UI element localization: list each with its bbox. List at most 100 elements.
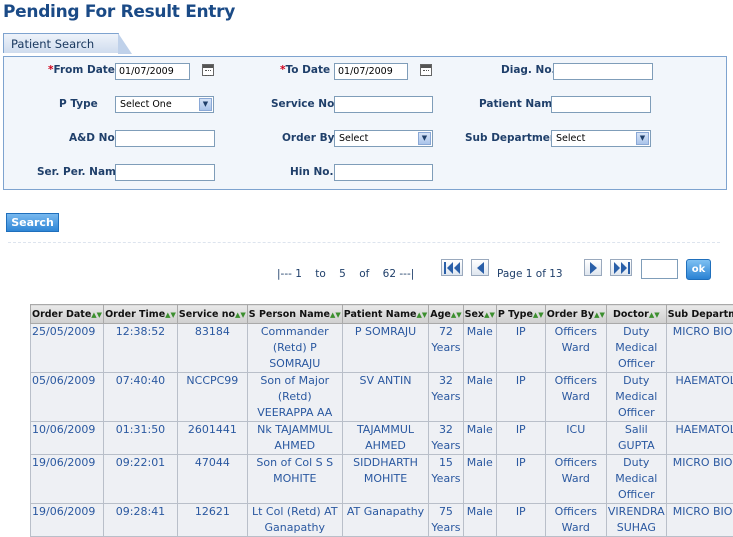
sort-icon[interactable]: ▲▼	[594, 311, 605, 319]
table-cell: Son of Col S S MOHITE	[247, 455, 342, 504]
diag-no-label: Diag. No.	[501, 64, 556, 76]
table-cell: 47044	[177, 455, 247, 504]
table-row[interactable]: 25/05/200912:38:5283184Commander (Retd) …	[31, 324, 733, 373]
table-cell: 83184	[177, 324, 247, 373]
sub-department-select[interactable]: Select ▼	[551, 130, 651, 147]
sort-icon[interactable]: ▲▼	[533, 311, 544, 319]
sort-icon[interactable]: ▲▼	[649, 311, 660, 319]
chevron-down-icon[interactable]: ▼	[418, 132, 431, 145]
table-cell: P SOMRAJU	[342, 324, 428, 373]
table-cell: Male	[463, 324, 496, 373]
diag-no-input[interactable]	[553, 63, 653, 80]
table-cell: AT Ganapathy	[342, 504, 428, 537]
table-cell: HAEMATOLOGY	[666, 373, 733, 422]
table-cell: 09:28:41	[104, 504, 178, 537]
from-date-label: *From Date	[48, 64, 115, 76]
page-number-input[interactable]	[641, 259, 678, 279]
column-header[interactable]: P Type▲▼	[496, 305, 545, 324]
hin-no-input[interactable]	[334, 164, 433, 181]
table-row[interactable]: 10/06/200901:31:502601441Nk TAJAMMUL AHM…	[31, 422, 733, 455]
column-header[interactable]: S Person Name▲▼	[247, 305, 342, 324]
table-cell: IP	[496, 324, 545, 373]
sort-icon[interactable]: ▲▼	[416, 311, 427, 319]
column-header-label: Doctor	[613, 309, 649, 320]
table-row[interactable]: 05/06/200907:40:40NCCPC99Son of Major (R…	[31, 373, 733, 422]
table-cell: IP	[496, 373, 545, 422]
column-header[interactable]: Patient Name▲▼	[342, 305, 428, 324]
chevron-down-icon[interactable]: ▼	[636, 132, 649, 145]
sort-icon[interactable]: ▲▼	[91, 311, 102, 319]
table-cell: Officers Ward	[545, 373, 606, 422]
table-row[interactable]: 19/06/200909:22:0147044Son of Col S S MO…	[31, 455, 733, 504]
p-type-select[interactable]: Select One ▼	[115, 96, 214, 113]
first-page-icon	[444, 262, 462, 274]
pager-range: |--- 1 to 5 of 62 ---|	[277, 268, 414, 280]
sort-icon[interactable]: ▲▼	[165, 311, 176, 319]
table-cell: SV ANTIN	[342, 373, 428, 422]
table-cell: Male	[463, 373, 496, 422]
and-no-label: A&D No	[69, 132, 115, 144]
sort-icon[interactable]: ▲▼	[451, 311, 462, 319]
first-page-button[interactable]	[441, 259, 463, 276]
table-cell: Son of Major (Retd) VEERAPPA AA	[247, 373, 342, 422]
table-cell: Salil GUPTA	[606, 422, 666, 455]
calendar-icon[interactable]	[420, 64, 432, 76]
chevron-down-icon[interactable]: ▼	[199, 98, 212, 111]
column-header[interactable]: Sub Department▲▼	[666, 305, 733, 324]
hin-no-label: Hin No.	[290, 166, 334, 178]
sort-icon[interactable]: ▲▼	[235, 311, 246, 319]
ser-per-name-label: Ser. Per. Name	[37, 166, 123, 178]
prev-page-button[interactable]	[471, 259, 489, 276]
table-cell: 10/06/2009	[31, 422, 104, 455]
page-title: Pending For Result Entry	[3, 2, 235, 22]
sub-department-selected: Select	[556, 133, 585, 144]
column-header[interactable]: Age▲▼	[429, 305, 463, 324]
table-cell: 2601441	[177, 422, 247, 455]
tab-patient-search[interactable]: Patient Search	[3, 33, 119, 53]
table-cell: NCCPC99	[177, 373, 247, 422]
ok-button[interactable]: ok	[686, 259, 711, 280]
column-header[interactable]: Order By▲▼	[545, 305, 606, 324]
table-cell: MICRO BIOLOGY	[666, 324, 733, 373]
table-cell: Duty Medical Officer	[606, 324, 666, 373]
from-date-input[interactable]	[115, 63, 190, 80]
column-header-label: Service no	[179, 309, 235, 320]
table-cell: HAEMATOLOGY	[666, 422, 733, 455]
calendar-icon[interactable]	[202, 64, 214, 76]
table-cell: SIDDHARTH MOHITE	[342, 455, 428, 504]
last-page-button[interactable]	[610, 259, 632, 276]
search-button[interactable]: Search	[6, 213, 59, 232]
column-header[interactable]: Service no▲▼	[177, 305, 247, 324]
column-header[interactable]: Sex▲▼	[463, 305, 496, 324]
prev-page-icon	[474, 262, 486, 274]
p-type-selected: Select One	[120, 99, 172, 110]
table-cell: 32 Years	[429, 422, 463, 455]
table-cell: Male	[463, 455, 496, 504]
table-cell: VIRENDRA SUHAG	[606, 504, 666, 537]
to-date-input[interactable]	[334, 63, 408, 80]
sort-icon[interactable]: ▲▼	[330, 311, 341, 319]
table-row[interactable]: 19/06/200909:28:4112621Lt Col (Retd) AT …	[31, 504, 733, 537]
and-no-input[interactable]	[115, 130, 215, 147]
column-header-label: Age	[430, 309, 451, 320]
table-cell: 19/06/2009	[31, 455, 104, 504]
sub-department-label: Sub Department	[465, 132, 562, 144]
order-by-select[interactable]: Select▼	[334, 130, 433, 147]
table-cell: Officers Ward	[545, 504, 606, 537]
table-cell: 12:38:52	[104, 324, 178, 373]
ser-per-name-input[interactable]	[115, 164, 215, 181]
table-cell: MICRO BIOLOGY	[666, 455, 733, 504]
table-cell: 72 Years	[429, 324, 463, 373]
service-no-input[interactable]	[334, 96, 433, 113]
patient-name-input[interactable]	[551, 96, 651, 113]
column-header[interactable]: Order Time▲▼	[104, 305, 178, 324]
column-header[interactable]: Doctor▲▼	[606, 305, 666, 324]
sort-icon[interactable]: ▲▼	[484, 311, 495, 319]
table-cell: 09:22:01	[104, 455, 178, 504]
patient-search-panel: *From Date *To Date Diag. No. P Type Sel…	[3, 56, 727, 190]
next-page-button[interactable]	[584, 259, 602, 276]
column-header[interactable]: Order Date▲▼	[31, 305, 104, 324]
column-header-label: Order Date	[32, 309, 91, 320]
table-cell: IP	[496, 422, 545, 455]
table-cell: Male	[463, 422, 496, 455]
